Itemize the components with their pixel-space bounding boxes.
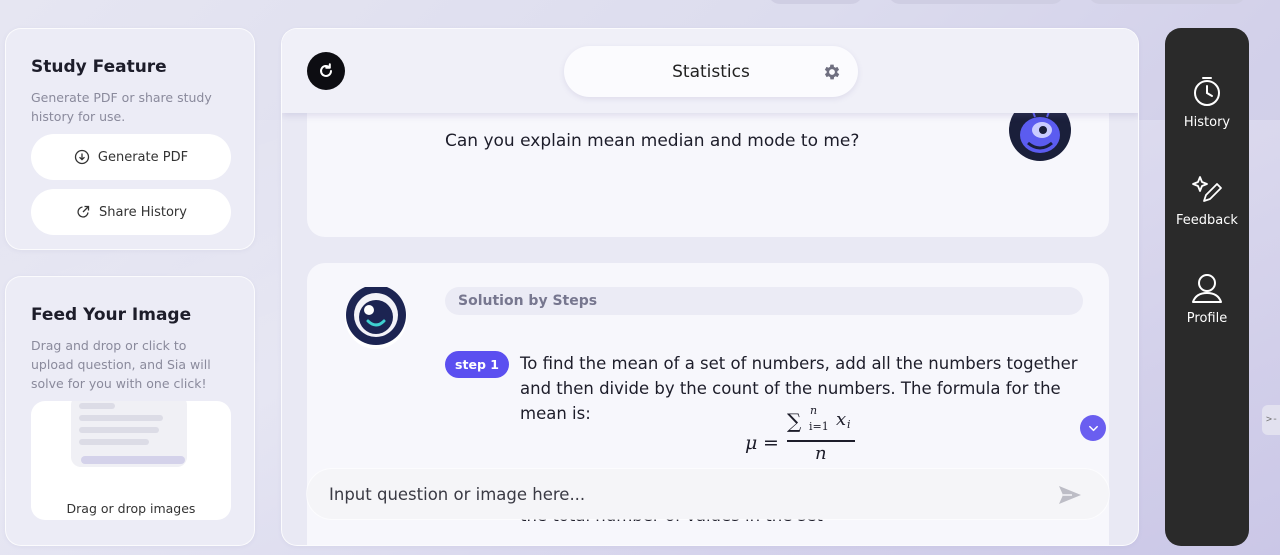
solution-steps-header: Solution by Steps (445, 287, 1083, 315)
top-nav-pill[interactable] (768, 0, 863, 4)
chat-panel: Statistics Can you explain mean median a… (281, 28, 1139, 546)
drop-zone-label: Drag or drop images (66, 501, 196, 516)
study-feature-description: Generate PDF or share study history for … (31, 90, 212, 124)
feed-image-card: Feed Your Image Drag and drop or click t… (5, 276, 255, 546)
user-icon (1192, 274, 1222, 303)
download-icon (74, 149, 90, 165)
subject-selector[interactable]: Statistics (564, 46, 858, 97)
chat-header: Statistics (282, 29, 1138, 113)
refresh-button[interactable] (307, 52, 345, 90)
image-drop-zone[interactable]: Drag or drop images (31, 401, 231, 520)
step-badge: step 1 (445, 351, 509, 378)
document-line (79, 439, 149, 445)
refresh-icon (320, 63, 332, 77)
feed-image-description: Drag and drop or click to upload questio… (31, 338, 211, 391)
formula-equals: = (763, 432, 779, 454)
rail-label-feedback: Feedback (1176, 213, 1238, 228)
document-illustration-bar (81, 456, 185, 464)
top-nav-pill[interactable] (888, 0, 1064, 4)
formula-term: x (836, 409, 847, 430)
document-line (79, 415, 163, 421)
study-feature-card: Study Feature Generate PDF or share stud… (5, 28, 255, 250)
share-icon (77, 205, 90, 218)
formula-fraction-bar (787, 440, 855, 442)
rail-label-profile: Profile (1186, 311, 1228, 326)
assistant-avatar (345, 287, 407, 349)
formula-term-subscript: i (847, 418, 851, 431)
chevron-down-icon (1088, 425, 1098, 431)
share-history-button[interactable]: Share History (31, 189, 231, 235)
formula-denominator: n (815, 443, 827, 464)
rail-item-profile[interactable]: Profile (1165, 271, 1249, 326)
document-line (79, 403, 115, 409)
rail-item-history[interactable]: History (1165, 75, 1249, 130)
formula-mu: μ (745, 432, 758, 454)
generate-pdf-label: Generate PDF (97, 149, 189, 165)
user-message-text: Can you explain mean median and mode to … (445, 131, 860, 151)
timer-icon (1194, 77, 1220, 106)
feed-image-title: Feed Your Image (31, 305, 192, 325)
formula-numerator: ∑ n i=1 x i (787, 404, 855, 435)
study-feature-title: Study Feature (31, 57, 167, 77)
subject-label: Statistics (672, 62, 750, 82)
question-input-bar (307, 469, 1109, 519)
document-line (79, 427, 159, 433)
share-history-label: Share History (99, 204, 187, 220)
sparkle-pen-icon (1192, 176, 1222, 202)
scroll-down-button[interactable] (1080, 415, 1106, 441)
send-icon[interactable] (1058, 484, 1082, 506)
rail-label-history: History (1183, 115, 1231, 130)
right-nav-rail: History Feedback Profile (1165, 28, 1249, 546)
formula-upper-limit: n (810, 404, 818, 417)
question-input[interactable] (329, 481, 1029, 507)
gear-icon[interactable] (822, 62, 842, 82)
top-nav-pill[interactable] (1088, 0, 1246, 4)
side-drawer-tab[interactable]: >- (1262, 405, 1280, 435)
generate-pdf-button[interactable]: Generate PDF (31, 134, 231, 180)
formula-lower-limit: i=1 (809, 420, 829, 433)
rail-item-feedback[interactable]: Feedback (1165, 173, 1249, 228)
formula-sigma: ∑ (787, 409, 802, 433)
